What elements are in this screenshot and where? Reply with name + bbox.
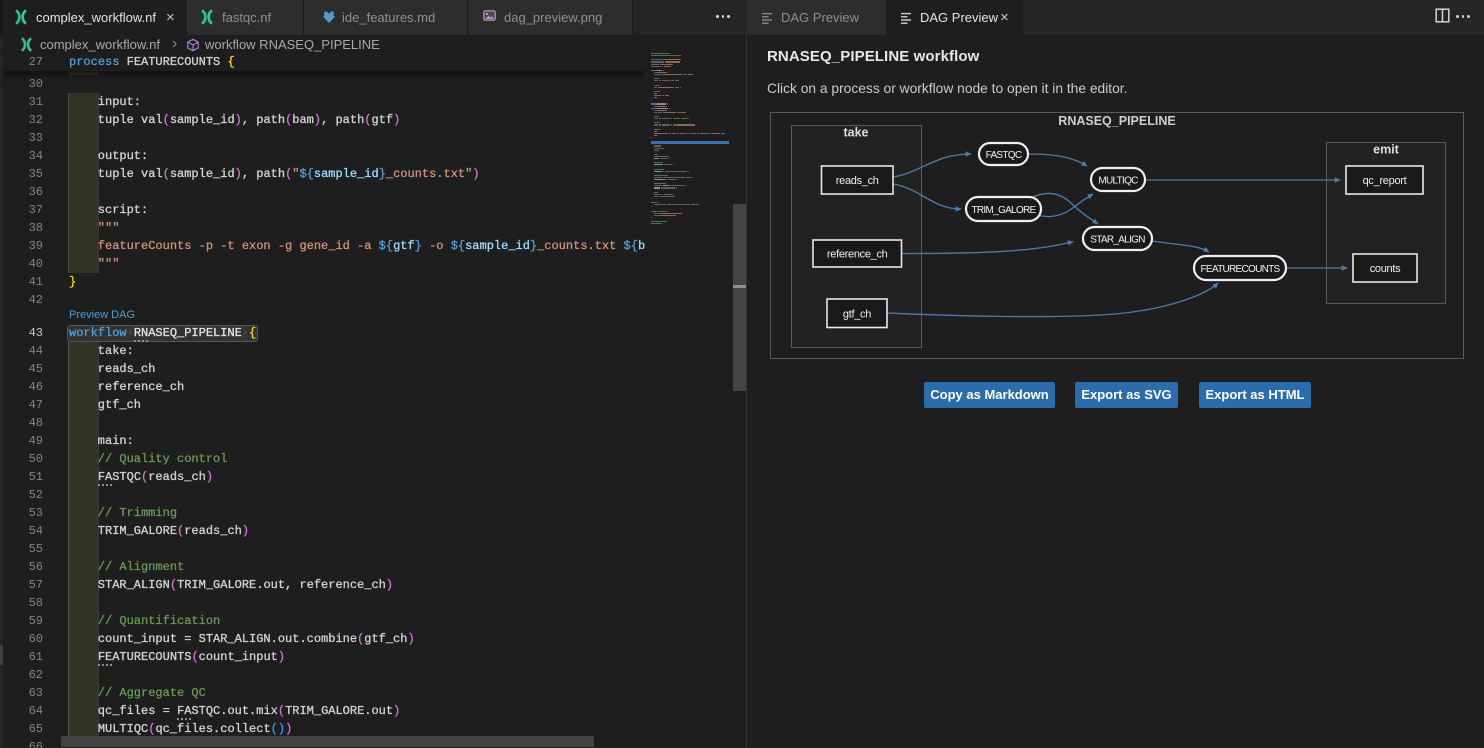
svg-text:counts: counts <box>1370 263 1401 275</box>
svg-text:TRIM_GALORE: TRIM_GALORE <box>972 205 1037 216</box>
svg-text:reference_ch: reference_ch <box>827 249 888 261</box>
svg-text:FASTQC: FASTQC <box>986 150 1022 161</box>
svg-text:MULTIQC: MULTIQC <box>1098 175 1138 186</box>
svg-text:take: take <box>843 126 868 140</box>
svg-text:STAR_ALIGN: STAR_ALIGN <box>1090 234 1145 245</box>
svg-text:emit: emit <box>1373 143 1400 157</box>
svg-text:gtf_ch: gtf_ch <box>843 309 871 321</box>
svg-text:qc_report: qc_report <box>1363 175 1407 187</box>
svg-text:FEATURECOUNTS: FEATURECOUNTS <box>1200 264 1280 275</box>
svg-text:RNASEQ_PIPELINE: RNASEQ_PIPELINE <box>1058 114 1175 128</box>
svg-text:reads_ch: reads_ch <box>836 175 879 187</box>
